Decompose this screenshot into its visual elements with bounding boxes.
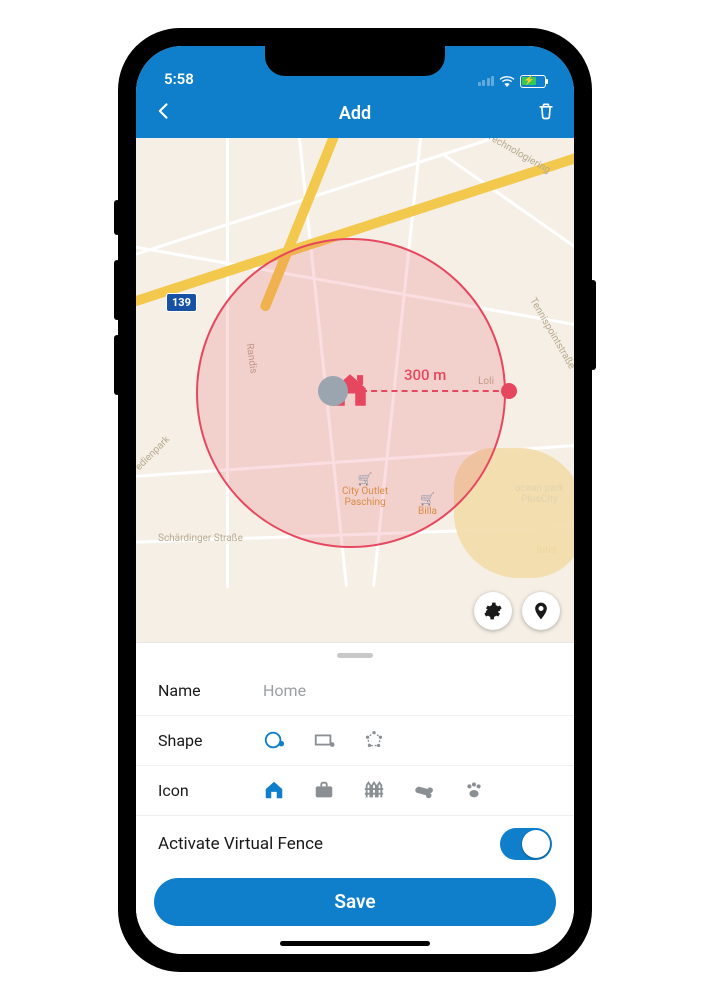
shape-circle-button[interactable] xyxy=(263,729,285,751)
radius-drag-handle[interactable] xyxy=(501,383,517,399)
route-badge: 139 xyxy=(166,293,197,312)
geofence-center-pin[interactable] xyxy=(326,366,374,414)
shape-row: Shape xyxy=(136,716,574,766)
activate-fence-row: Activate Virtual Fence xyxy=(136,816,574,872)
status-time: 5:58 xyxy=(164,70,194,88)
gear-icon xyxy=(483,601,503,621)
nav-bar: Add xyxy=(136,90,574,138)
screen: 5:58 ⚡ Add xyxy=(136,46,574,954)
radius-label: 300 m xyxy=(404,366,446,384)
shape-label: Shape xyxy=(158,731,263,750)
icon-row: Icon xyxy=(136,766,574,816)
wifi-icon xyxy=(499,75,515,87)
notch xyxy=(265,46,445,76)
shape-polygon-button[interactable] xyxy=(363,729,385,751)
chevron-left-icon xyxy=(154,101,174,121)
home-indicator xyxy=(280,941,430,946)
delete-button[interactable] xyxy=(532,101,556,126)
home-icon xyxy=(263,779,285,801)
map-locate-button[interactable] xyxy=(522,592,560,630)
circle-icon xyxy=(263,729,285,751)
phone-side-button xyxy=(590,280,596,370)
map-view[interactable]: 139 Technologiering Randis Tennispointst… xyxy=(136,138,574,642)
back-button[interactable] xyxy=(154,101,178,126)
map-street-label: edienpark xyxy=(136,434,172,473)
name-row: Name xyxy=(136,666,574,716)
bottom-sheet: Name Shape xyxy=(136,642,574,954)
battery-icon: ⚡ xyxy=(520,75,546,88)
phone-side-button xyxy=(114,200,120,235)
briefcase-icon xyxy=(313,779,335,801)
icon-home-button[interactable] xyxy=(263,779,285,801)
shape-rectangle-button[interactable] xyxy=(313,729,335,751)
cellular-icon xyxy=(478,76,495,86)
icon-paw-button[interactable] xyxy=(463,779,485,801)
radius-line xyxy=(361,390,509,392)
fence-icon xyxy=(363,779,385,801)
page-title: Add xyxy=(339,103,371,124)
map-street-label: Technologiering xyxy=(485,138,552,176)
icon-briefcase-button[interactable] xyxy=(313,779,335,801)
phone-side-button xyxy=(114,260,120,320)
icon-label: Icon xyxy=(158,781,263,800)
map-settings-button[interactable] xyxy=(474,592,512,630)
phone-side-button xyxy=(114,335,120,395)
icon-fence-button[interactable] xyxy=(363,779,385,801)
polygon-icon xyxy=(363,729,385,751)
save-button[interactable]: Save xyxy=(154,878,556,926)
phone-frame: 5:58 ⚡ Add xyxy=(120,30,590,970)
paw-icon xyxy=(463,779,485,801)
map-street-label: Schärdinger Straße xyxy=(158,533,243,544)
location-pin-icon xyxy=(531,601,551,621)
name-label: Name xyxy=(158,681,263,700)
rectangle-icon xyxy=(313,729,335,751)
avatar xyxy=(318,376,348,406)
icon-bone-button[interactable] xyxy=(413,779,435,801)
activate-fence-toggle[interactable] xyxy=(500,828,552,860)
status-icons: ⚡ xyxy=(478,75,547,88)
map-street-label: Tennispointstraße xyxy=(527,295,574,370)
trash-icon xyxy=(536,101,556,121)
activate-fence-label: Activate Virtual Fence xyxy=(158,834,323,854)
bone-icon xyxy=(413,779,435,801)
name-input[interactable] xyxy=(263,681,552,700)
sheet-drag-handle[interactable] xyxy=(337,653,373,658)
